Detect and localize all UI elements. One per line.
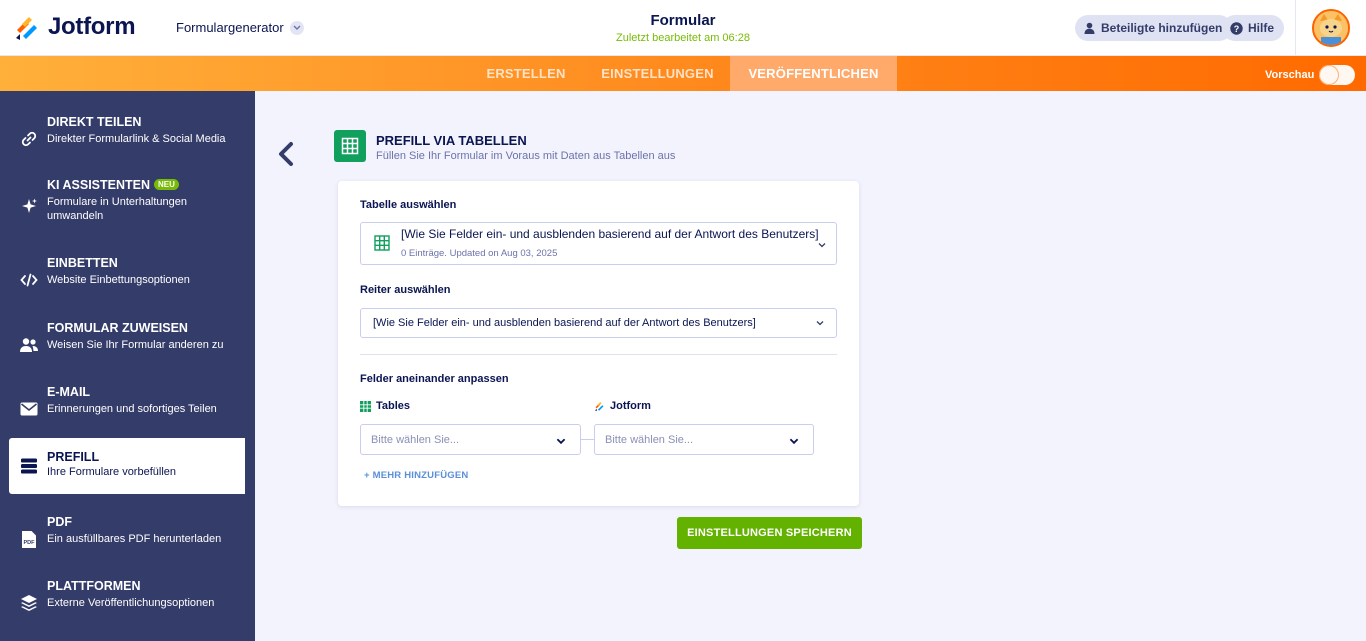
preview-toggle[interactable]: Vorschau	[1265, 65, 1356, 85]
ki-title: KI ASSISTENTEN	[47, 178, 151, 192]
sidebar-item-title: EINBETTEN	[47, 256, 118, 270]
top-bar: Jotform Formulargenerator Formular Zulet…	[0, 0, 1366, 56]
tables-field-placeholder: Bitte wählen Sie...	[371, 434, 460, 446]
preview-switch[interactable]	[1319, 65, 1356, 85]
jotform-field-select[interactable]: Bitte wählen Sie...	[594, 424, 814, 455]
table-select-value: [Wie Sie Felder ein- und ausblenden basi…	[401, 227, 819, 241]
sidebar-item-desc: Externe Veröffentlichungsoptionen	[47, 597, 215, 609]
sidebar-item-title: KI ASSISTENTEN NEU	[47, 178, 179, 192]
table-sheet-icon	[374, 235, 390, 251]
main-nav: ERSTELLEN EINSTELLUNGEN VERÖFFENTLICHEN …	[0, 56, 1366, 91]
sidebar-item-desc: Weisen Sie Ihr Formular anderen zu	[47, 339, 224, 351]
sidebar-item-title: PREFILL	[47, 450, 100, 464]
user-icon	[1083, 22, 1096, 35]
preview-label: Vorschau	[1265, 69, 1315, 81]
sparkle-icon	[19, 196, 39, 216]
tab-select-label: Reiter auswählen	[360, 284, 451, 296]
field-connector-line	[580, 439, 594, 440]
form-generator-dropdown[interactable]: Formulargenerator	[176, 20, 304, 35]
sidebar-item-title: FORMULAR ZUWEISEN	[47, 321, 188, 335]
tables-column-label: Tables	[376, 400, 411, 412]
sidebar-item-desc: Ein ausfüllbares PDF herunterladen	[47, 533, 222, 545]
chevron-down-icon	[818, 243, 826, 248]
chevron-down-icon	[289, 20, 304, 35]
sidebar-item-einbetten[interactable]: EINBETTEN Website Einbettungsoptionen	[9, 252, 245, 308]
database-icon	[19, 456, 39, 476]
prefill-settings-card: Tabelle auswählen [Wie Sie Felder ein- u…	[338, 181, 859, 506]
jotform-field-placeholder: Bitte wählen Sie...	[605, 434, 694, 446]
link-icon	[19, 129, 39, 149]
pdf-icon: PDF	[19, 529, 39, 549]
sidebar-item-direkt-teilen[interactable]: DIREKT TEILEN Direkter Formularlink & So…	[9, 111, 245, 167]
add-participants-label: Beteiligte hinzufügen	[1101, 21, 1223, 35]
form-title-area: Formular Zuletzt bearbeitet am 06:28	[583, 12, 783, 44]
jotform-logo-icon	[16, 17, 37, 40]
help-button[interactable]: ? Hilfe	[1222, 15, 1285, 41]
sidebar-item-title: E-MAIL	[47, 385, 91, 399]
sidebar-item-title: DIREKT TEILEN	[47, 115, 142, 129]
sidebar-item-desc: Direkter Formularlink & Social Media	[47, 133, 226, 145]
toggle-knob	[1320, 66, 1339, 84]
field-match-label: Felder aneinander anpassen	[360, 373, 509, 385]
section-title: PREFILL VIA TABELLEN	[376, 133, 527, 148]
avatar[interactable]	[1312, 9, 1350, 47]
svg-text:PDF: PDF	[24, 540, 36, 546]
add-participants-button[interactable]: Beteiligte hinzufügen	[1075, 15, 1233, 41]
chevron-down-icon	[556, 438, 566, 445]
jotform-icon	[595, 402, 604, 412]
sidebar-item-desc: Formulare in Unterhaltungen umwandeln	[47, 196, 188, 222]
sidebar-item-formular-zuweisen[interactable]: FORMULAR ZUWEISEN Weisen Sie Ihr Formula…	[9, 317, 245, 373]
users-icon	[19, 335, 39, 355]
tab-select[interactable]: [Wie Sie Felder ein- und ausblenden basi…	[360, 308, 837, 338]
publish-sidebar: DIREKT TEILEN Direkter Formularlink & So…	[0, 91, 255, 641]
divider	[360, 354, 837, 355]
tables-column-header: Tables	[360, 400, 410, 412]
generator-label: Formulargenerator	[176, 20, 284, 35]
sidebar-item-pdf[interactable]: PDF PDF Ein ausfüllbares PDF herunterlad…	[9, 511, 245, 567]
sidebar-item-desc: Website Einbettungsoptionen	[47, 274, 190, 286]
tables-field-select[interactable]: Bitte wählen Sie...	[360, 424, 581, 455]
sidebar-item-prefill[interactable]: PREFILL Ihre Formulare vorbefüllen	[9, 438, 245, 494]
jotform-logo[interactable]: Jotform	[14, 12, 136, 42]
add-more-button[interactable]: + MEHR HINZUFÜGEN	[364, 470, 468, 481]
tab-select-value: [Wie Sie Felder ein- und ausblenden basi…	[373, 317, 756, 329]
tab-einstellungen[interactable]: EINSTELLUNGEN	[585, 56, 730, 91]
svg-text:?: ?	[1234, 24, 1240, 34]
form-title[interactable]: Formular	[583, 12, 783, 29]
jotform-column-label: Jotform	[610, 400, 651, 412]
tab-veroeffentlichen[interactable]: VERÖFFENTLICHEN	[730, 56, 897, 91]
sidebar-item-title: PLATTFORMEN	[47, 579, 141, 593]
account-area	[1295, 0, 1366, 56]
sidebar-item-desc: Ihre Formulare vorbefüllen	[47, 466, 177, 478]
chevron-down-icon	[789, 438, 799, 445]
envelope-icon	[19, 399, 39, 419]
tab-erstellen[interactable]: ERSTELLEN	[475, 56, 577, 91]
table-meta: 0 Einträge. Updated on Aug 03, 2025	[401, 248, 558, 259]
sidebar-item-title: PDF	[47, 515, 72, 529]
sidebar-item-desc: Erinnerungen und sofortiges Teilen	[47, 403, 217, 415]
jotform-column-header: Jotform	[594, 400, 651, 412]
back-arrow-icon[interactable]	[276, 141, 296, 167]
sidebar-item-plattformen[interactable]: PLATTFORMEN Externe Veröffentlichungsopt…	[9, 575, 245, 631]
help-icon: ?	[1230, 21, 1243, 35]
sidebar-item-email[interactable]: E-MAIL Erinnerungen und sofortiges Teile…	[9, 381, 245, 437]
help-label: Hilfe	[1248, 21, 1275, 35]
layers-icon	[19, 593, 39, 613]
chevron-down-icon	[816, 321, 824, 326]
last-edited-status: Zuletzt bearbeitet am 06:28	[616, 32, 750, 44]
table-select[interactable]: [Wie Sie Felder ein- und ausblenden basi…	[360, 222, 837, 265]
new-badge: NEU	[154, 179, 179, 190]
sidebar-item-ki-assistenten[interactable]: KI ASSISTENTEN NEU Formulare in Unterhalt…	[9, 174, 245, 236]
tables-icon	[334, 130, 366, 162]
code-icon	[19, 270, 39, 290]
logo-text: Jotform	[48, 13, 136, 40]
section-subtitle: Füllen Sie Ihr Formular im Voraus mit Da…	[376, 150, 676, 162]
tables-icon	[360, 400, 371, 412]
save-settings-button[interactable]: EINSTELLUNGEN SPEICHERN	[677, 517, 862, 549]
table-select-label: Tabelle auswählen	[360, 199, 457, 211]
